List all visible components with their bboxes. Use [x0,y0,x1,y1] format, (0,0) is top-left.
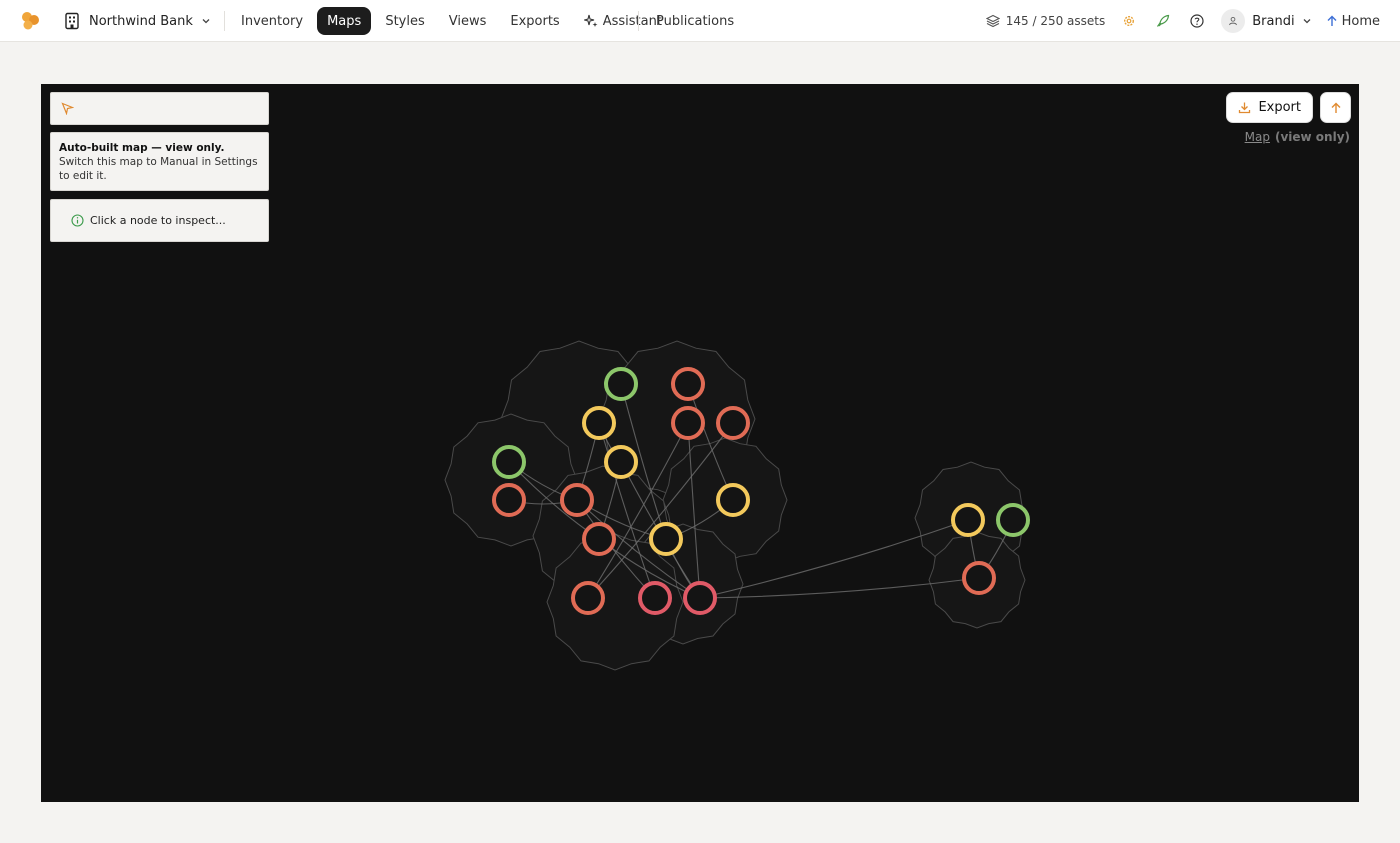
chevron-down-icon [1303,19,1311,24]
nav-views[interactable]: Views [439,7,497,35]
chevron-down-icon [202,19,210,24]
info-icon [71,214,84,227]
graph-node [716,483,750,517]
nav-label: Maps [327,13,362,29]
home-label: Home [1341,13,1380,29]
nav-label: Exports [510,13,560,29]
nav-maps[interactable]: Maps [317,7,372,35]
nav-styles[interactable]: Styles [375,7,434,35]
map-search[interactable] [50,92,269,125]
inspector-hint: Click a node to inspect... [90,214,226,227]
nav-label: Views [448,13,487,29]
graph-node [560,483,594,517]
view-mode-label: Map (view only) [1245,130,1350,144]
main-nav: Inventory Maps Styles Views Exports Assi… [231,7,672,35]
launch-button[interactable] [1153,11,1173,31]
graph-node [638,581,672,615]
notice-title: Auto-built map — view only. [59,142,225,154]
asset-graph[interactable] [41,84,1359,802]
graph-node [571,581,605,615]
nav-label: Inventory [241,13,304,29]
graph-node [604,367,638,401]
user-menu[interactable]: Brandi [1221,9,1311,33]
inspector-panel: Click a node to inspect... [50,199,269,242]
arrow-up-icon [1327,15,1337,26]
download-icon [1239,102,1251,114]
help-button[interactable] [1187,11,1207,31]
rocket-icon [1157,14,1170,27]
user-name: Brandi [1252,13,1295,29]
graph-node [492,483,526,517]
map-link[interactable]: Map [1245,130,1270,144]
graph-node [716,406,750,440]
settings-button[interactable] [1119,11,1139,31]
export-label: Export [1258,100,1301,115]
view-only-tag: (view only) [1274,130,1350,144]
view-only-notice: Auto-built map — view only. Switch this … [50,132,269,191]
graph-node [649,522,683,556]
asset-count: 145 / 250 assets [1005,14,1106,28]
top-bar: Northwind Bank Inventory Maps Styles Vie… [0,0,1400,42]
sparkle-icon [583,14,598,27]
layers-icon [985,14,1000,28]
export-button[interactable]: Export [1226,92,1313,123]
help-icon [1190,14,1204,28]
graph-node [604,445,638,479]
graph-node [582,406,616,440]
arrow-up-icon [1331,102,1340,113]
home-link[interactable]: Home [1326,14,1380,29]
graph-node [582,522,616,556]
nav-label: Styles [385,13,425,29]
user-icon [1229,16,1238,26]
graph-node [962,561,996,595]
org-switcher[interactable]: Northwind Bank [63,10,211,32]
building-icon [65,12,79,30]
notice-text: Switch this map to Manual in Settings to… [59,156,258,182]
avatar [1221,9,1246,33]
cursor-icon [61,102,74,115]
org-name: Northwind Bank [89,13,193,29]
graph-node [671,406,705,440]
graph-node [492,445,526,479]
scroll-top-button[interactable] [1320,92,1351,123]
nav-label: Publications [656,13,735,29]
graph-node [951,503,985,537]
graph-node [671,367,705,401]
nav-inventory[interactable]: Inventory [231,7,313,35]
asset-usage[interactable]: 145 / 250 assets [985,14,1106,28]
map-canvas[interactable]: Auto-built map — view only. Switch this … [41,84,1359,802]
graph-node [996,503,1030,537]
app-logo-icon[interactable] [20,11,42,31]
secondary-nav: Publications [646,7,744,35]
nav-exports[interactable]: Exports [500,7,569,35]
nav-publications[interactable]: Publications [646,7,744,35]
graph-node [683,581,717,615]
divider [638,11,639,31]
divider [224,11,225,31]
header-tools: 145 / 250 assets Brandi Home [985,7,1380,35]
gear-icon [1124,15,1135,27]
